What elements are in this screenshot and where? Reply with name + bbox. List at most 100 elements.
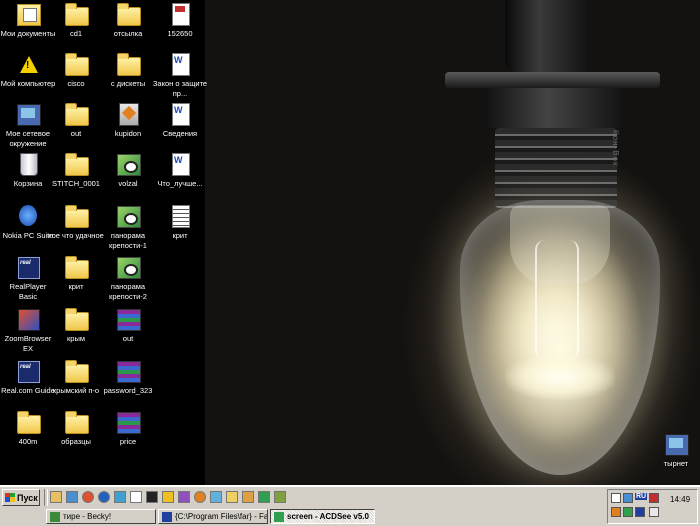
folder-icon bbox=[64, 52, 89, 76]
my-documents-icon bbox=[16, 2, 41, 26]
tray-volume-icon[interactable] bbox=[611, 507, 621, 517]
recycle-bin-icon bbox=[16, 152, 40, 176]
bird-app-icon[interactable] bbox=[178, 491, 190, 503]
desktop-icon-label: Закон о защите пр... bbox=[152, 79, 208, 98]
task-app-icon bbox=[162, 511, 172, 522]
wallpaper-socket-neck bbox=[485, 88, 625, 128]
desktop-icon[interactable]: крымский п-о bbox=[48, 359, 104, 396]
desktop-icon-label: price bbox=[119, 437, 137, 446]
desktop-icon[interactable]: out bbox=[48, 102, 104, 139]
tray-antivirus-icon[interactable] bbox=[649, 493, 659, 503]
desktop-icon[interactable]: kupidon bbox=[100, 102, 156, 139]
desktop-icon-label: образцы bbox=[61, 437, 91, 446]
real-guide-icon bbox=[16, 359, 40, 383]
desktop-icon[interactable]: кое что удачное bbox=[48, 204, 104, 241]
utility-icon[interactable] bbox=[274, 491, 286, 503]
language-indicator[interactable]: RU bbox=[635, 493, 648, 500]
quicklaunch-separator bbox=[44, 489, 48, 506]
word-document-icon bbox=[168, 102, 192, 126]
tray-monitor-icon[interactable] bbox=[635, 507, 645, 517]
desktop-icon-label: крым bbox=[67, 334, 85, 343]
desktop-icon-label: cisco bbox=[67, 79, 85, 88]
shortcut-icon-glyph bbox=[665, 434, 689, 456]
taskbar-button[interactable]: {C:\Program Files\far} - Far bbox=[158, 509, 268, 524]
media-player-icon[interactable] bbox=[82, 491, 94, 503]
tools-icon[interactable] bbox=[226, 491, 238, 503]
desktop-icon[interactable]: Что_лучше... bbox=[152, 152, 208, 189]
word-document-icon-glyph bbox=[172, 103, 190, 126]
desktop-icon[interactable]: Сведения bbox=[152, 102, 208, 139]
desktop-icon[interactable]: password_323 bbox=[100, 359, 156, 396]
real-guide-icon-glyph bbox=[18, 361, 40, 383]
desktop-icon[interactable]: 152650 bbox=[152, 2, 208, 39]
word-document-icon bbox=[168, 52, 192, 76]
folder-icon bbox=[64, 255, 89, 279]
wallpaper-text: Кон-Вок bbox=[611, 130, 620, 167]
clock[interactable]: 14:49 bbox=[670, 495, 690, 504]
desktop-icon[interactable]: volzal bbox=[100, 152, 156, 189]
desktop-icon-label: out bbox=[122, 334, 134, 343]
desktop-icon[interactable]: price bbox=[100, 410, 156, 447]
desktop-icon[interactable]: Закон о защите пр... bbox=[152, 52, 208, 99]
realplayer-icon bbox=[16, 255, 40, 279]
task-label: screen - ACDSee v5.0 bbox=[287, 512, 369, 521]
notepad-icon[interactable] bbox=[130, 491, 142, 503]
network-places-icon bbox=[16, 102, 41, 126]
desktop-icon[interactable]: cd1 bbox=[48, 2, 104, 39]
outlook-icon[interactable] bbox=[114, 491, 126, 503]
word-document-icon bbox=[168, 152, 192, 176]
folder-icon-glyph bbox=[65, 53, 89, 76]
folder-icon bbox=[16, 410, 41, 434]
document-file-icon bbox=[168, 2, 192, 26]
recycle-bin-icon-glyph bbox=[20, 153, 38, 176]
folder-icon bbox=[64, 410, 89, 434]
folder-icon-glyph bbox=[65, 205, 89, 228]
image-file-icon-glyph bbox=[117, 206, 141, 228]
browser-icon[interactable] bbox=[98, 491, 110, 503]
desktop-icon[interactable]: панорама крепости-1 bbox=[100, 204, 156, 251]
desktop-icon[interactable]: крит bbox=[48, 255, 104, 292]
desktop-icon-label: крымский п-о bbox=[52, 386, 100, 395]
image-file-icon bbox=[116, 255, 141, 279]
taskbar-button[interactable]: тире - Becky! bbox=[46, 509, 156, 524]
paint-icon[interactable] bbox=[242, 491, 254, 503]
zoombrowser-icon-glyph bbox=[18, 309, 40, 331]
desktop-icon-label: 152650 bbox=[167, 29, 193, 38]
folder-icon-glyph bbox=[17, 411, 41, 434]
network-icon[interactable] bbox=[210, 491, 222, 503]
desktop-icon[interactable]: out bbox=[100, 307, 156, 344]
acdsee-icon[interactable] bbox=[258, 491, 270, 503]
desktop-icon[interactable]: STITCH_0001 bbox=[48, 152, 104, 189]
archive-file-icon-glyph bbox=[117, 309, 141, 331]
archive-file-icon-glyph bbox=[117, 361, 141, 383]
folder-icon bbox=[64, 2, 89, 26]
desktop-icon[interactable]: крым bbox=[48, 307, 104, 344]
desktop-icon[interactable]: тырнет bbox=[648, 432, 700, 469]
wallpaper-glow bbox=[505, 355, 615, 400]
tray-network-icon[interactable] bbox=[623, 493, 633, 503]
folder-icon bbox=[64, 102, 89, 126]
desktop-icon[interactable]: отсылка bbox=[100, 2, 156, 39]
start-button[interactable]: Пуск bbox=[2, 489, 40, 506]
archive-file-icon bbox=[116, 410, 141, 434]
tray-misc-icon[interactable] bbox=[649, 507, 659, 517]
tray-app-icon[interactable] bbox=[611, 493, 621, 503]
text-document-icon bbox=[168, 204, 192, 228]
explorer-icon[interactable] bbox=[162, 491, 174, 503]
windows-flag-icon bbox=[5, 493, 15, 502]
desktop-icon[interactable]: панорама крепости-2 bbox=[100, 255, 156, 302]
image-file-icon-glyph bbox=[117, 154, 141, 176]
command-prompt-icon[interactable] bbox=[146, 491, 158, 503]
internet-explorer-icon[interactable] bbox=[66, 491, 78, 503]
desktop-icon[interactable]: крит bbox=[152, 204, 208, 241]
desktop-icon[interactable]: с дискеты bbox=[100, 52, 156, 89]
tray-update-icon[interactable] bbox=[623, 507, 633, 517]
firefox-icon[interactable] bbox=[194, 491, 206, 503]
folder-icon-glyph bbox=[65, 308, 89, 331]
show-desktop-icon[interactable] bbox=[50, 491, 62, 503]
taskbar-button[interactable]: screen - ACDSee v5.0 bbox=[270, 509, 375, 524]
desktop-icon[interactable]: cisco bbox=[48, 52, 104, 89]
my-computer-icon bbox=[16, 52, 40, 76]
task-app-icon bbox=[50, 511, 60, 522]
desktop-icon[interactable]: образцы bbox=[48, 410, 104, 447]
